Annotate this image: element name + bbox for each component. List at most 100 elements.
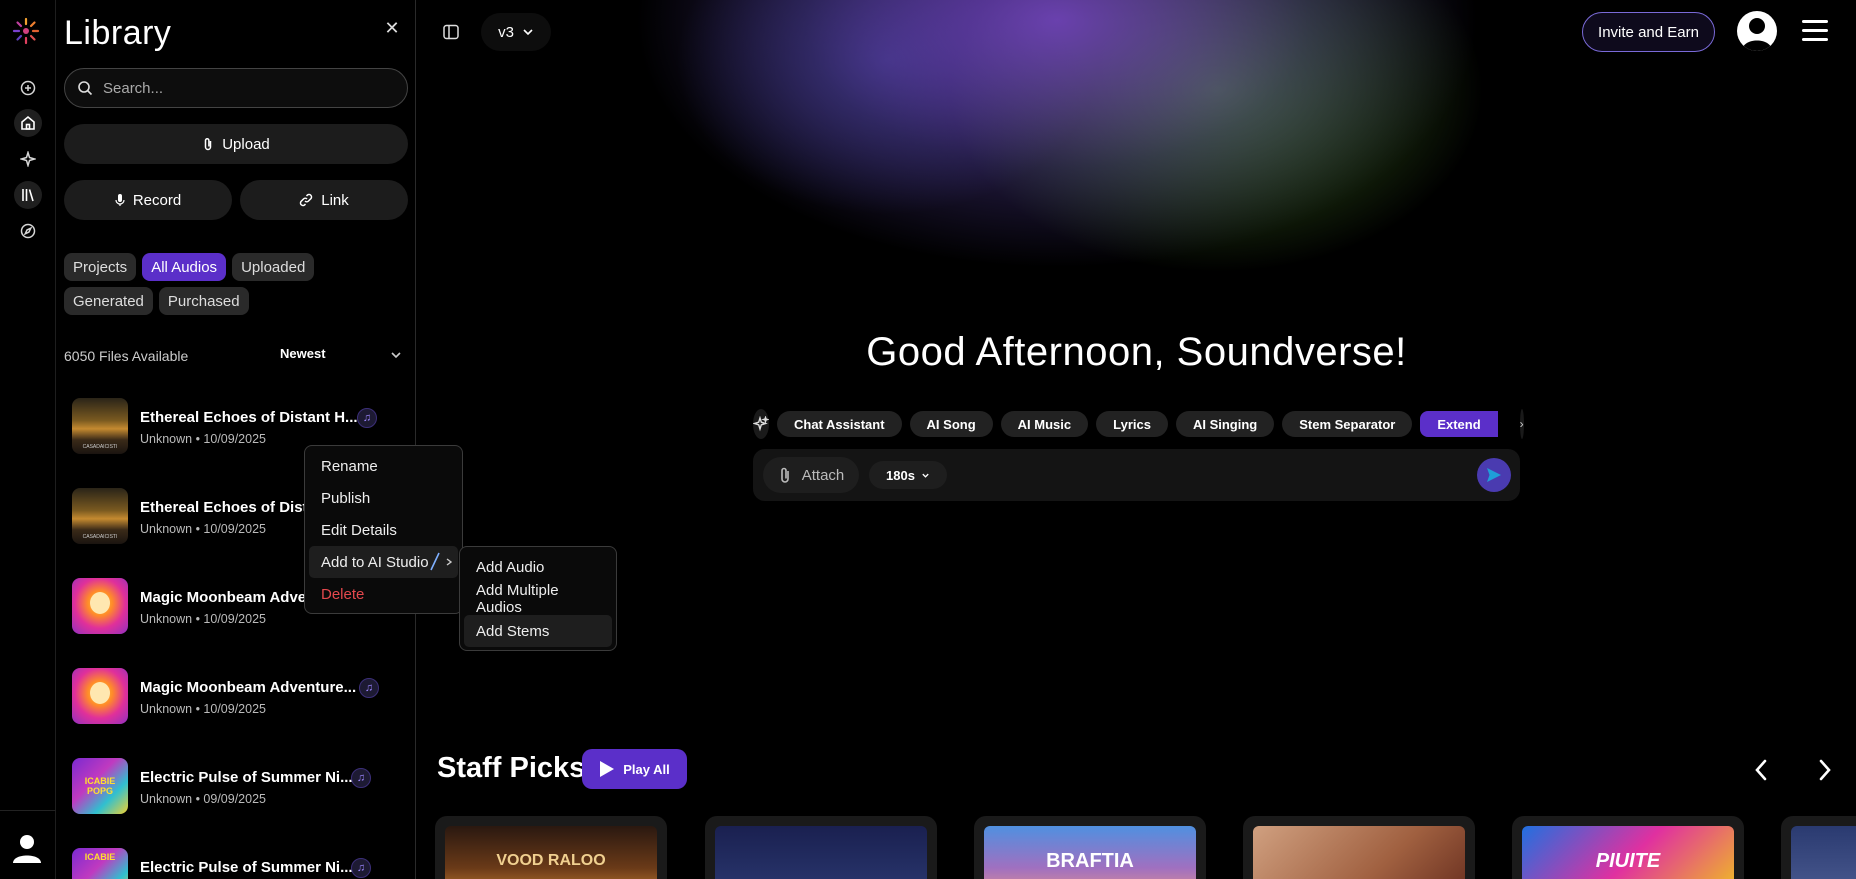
track-meta: Unknown • 10/09/2025 [140,702,266,716]
chevron-right-icon [446,558,452,566]
soundverse-logo[interactable] [12,17,40,45]
chevron-left-icon[interactable] [1748,756,1776,784]
tab-ai-music[interactable]: AI Music [1000,411,1089,437]
main-content: v3 Invite and Earn Good Afternoon, Sound… [417,0,1856,879]
track-meta: Unknown • 10/09/2025 [140,612,266,626]
track-thumbnail: ICABIE [72,848,128,879]
prompt-composer[interactable]: Attach 180s [753,449,1520,501]
chevron-down-icon [523,29,533,36]
library-panel: Library ✕ Upload Record Link Projects Al… [56,0,416,879]
paperclip-icon [780,467,789,483]
sort-dropdown[interactable]: Newest [280,346,326,361]
sidebar-toggle-icon[interactable] [437,18,465,46]
filter-projects[interactable]: Projects [64,253,137,281]
staff-pick-card[interactable]: SC [1781,816,1856,879]
menu-icon[interactable] [1802,20,1828,42]
card-artwork: VOOD RALOO [445,826,657,879]
track-thumbnail: CASADAICISTI [72,398,128,454]
menu-edit-details[interactable]: Edit Details [309,514,458,546]
user-avatar-icon[interactable] [10,831,44,865]
library-icon[interactable] [14,181,42,209]
link-button[interactable]: Link [240,180,408,220]
music-note-icon: ♫ [357,408,377,428]
chevron-right-icon[interactable] [1810,756,1838,784]
card-artwork: BRAFTIA [984,826,1196,879]
staff-pick-card[interactable]: BRAFTIA [974,816,1206,879]
search-box[interactable] [64,68,408,108]
files-count: 6050 Files Available [64,348,189,364]
track-item[interactable]: Magic Moonbeam Adventure... Unknown • 10… [72,668,402,728]
search-input[interactable] [103,79,383,97]
close-icon[interactable]: ✕ [384,19,400,37]
card-artwork: PIUITE [1522,826,1734,879]
attach-label: Attach [801,466,845,484]
record-button[interactable]: Record [64,180,232,220]
track-thumbnail [72,578,128,634]
track-thumbnail [72,668,128,724]
track-context-menu: Rename Publish Edit Details Add to AI St… [304,445,463,614]
submenu-add-multiple-audios[interactable]: Add Multiple Audios [464,582,612,616]
staff-pick-card[interactable] [1243,816,1475,879]
user-icon [1742,18,1772,51]
explore-icon[interactable] [14,217,42,245]
filter-uploaded[interactable]: Uploaded [232,253,315,281]
tab-ai-song[interactable]: AI Song [909,411,993,437]
record-label: Record [132,191,182,209]
tab-lyrics[interactable]: Lyrics [1096,411,1168,437]
filter-all-audios[interactable]: All Audios [142,253,227,281]
search-icon [78,81,93,96]
filter-generated[interactable]: Generated [64,287,153,315]
card-label: PIUITE [1595,849,1661,872]
card-artwork [715,826,927,879]
track-meta: Unknown • 09/09/2025 [140,792,266,806]
version-label: v3 [498,23,514,41]
play-all-button[interactable]: Play All [582,749,687,789]
submenu-add-stems[interactable]: Add Stems [464,615,612,647]
filter-purchased[interactable]: Purchased [158,287,249,315]
new-icon[interactable] [14,74,42,102]
staff-pick-card[interactable] [705,816,937,879]
attach-button[interactable]: Attach [763,457,859,493]
track-title: Ethereal Echoes of Dista [140,499,316,516]
play-all-label: Play All [623,761,670,777]
duration-label: 180s [886,467,915,483]
home-icon[interactable] [14,109,42,137]
invite-and-earn-button[interactable]: Invite and Earn [1582,12,1715,52]
staff-picks-carousel: VOOD RALOO BRAFTIA PIUITE [435,816,1856,879]
menu-delete[interactable]: Delete [309,578,458,610]
staff-picks-title: Staff Picks [437,752,586,784]
track-item[interactable]: ICABIE Electric Pulse of Summer Ni... ♫ [72,848,402,879]
sparkle-icon[interactable] [14,145,42,173]
tab-extend[interactable]: Extend [1420,411,1498,437]
thumb-text: CASADAICISTI [82,534,118,540]
track-title: Electric Pulse of Summer Ni... [140,859,353,876]
version-selector[interactable]: v3 [481,13,551,51]
library-title: Library [64,14,172,52]
tool-tabs: Chat Assistant AI Song AI Music Lyrics A… [753,409,1524,439]
send-icon [1487,468,1501,482]
staff-pick-card[interactable]: PIUITE [1512,816,1744,879]
tab-chat-assistant[interactable]: Chat Assistant [777,411,902,437]
card-artwork [1253,826,1465,879]
sparkle-icon[interactable] [753,409,769,439]
menu-rename[interactable]: Rename [309,450,458,482]
chevron-down-icon [922,473,929,478]
thumb-text: ICABIE POPG [84,776,116,796]
track-meta: Unknown • 10/09/2025 [140,522,266,536]
profile-avatar[interactable] [1737,11,1777,51]
tab-stem-separator[interactable]: Stem Separator [1282,411,1413,437]
upload-button[interactable]: Upload [64,124,408,164]
track-item[interactable]: ICABIE POPG Electric Pulse of Summer Ni.… [72,758,402,818]
track-title: Magic Moonbeam Adventure... [140,679,357,696]
send-button[interactable] [1477,458,1511,492]
files-row: 6050 Files Available Newest [64,346,408,366]
menu-publish[interactable]: Publish [309,482,458,514]
chevron-down-icon[interactable] [390,349,402,361]
rail-divider [0,810,56,811]
chevron-right-icon[interactable]: › [1519,409,1524,439]
card-label: BRAFTIA [1046,849,1134,872]
staff-pick-card[interactable]: VOOD RALOO [435,816,667,879]
submenu-add-audio[interactable]: Add Audio [464,551,612,583]
duration-selector[interactable]: 180s [869,461,947,489]
tab-ai-singing[interactable]: AI Singing [1175,411,1275,437]
